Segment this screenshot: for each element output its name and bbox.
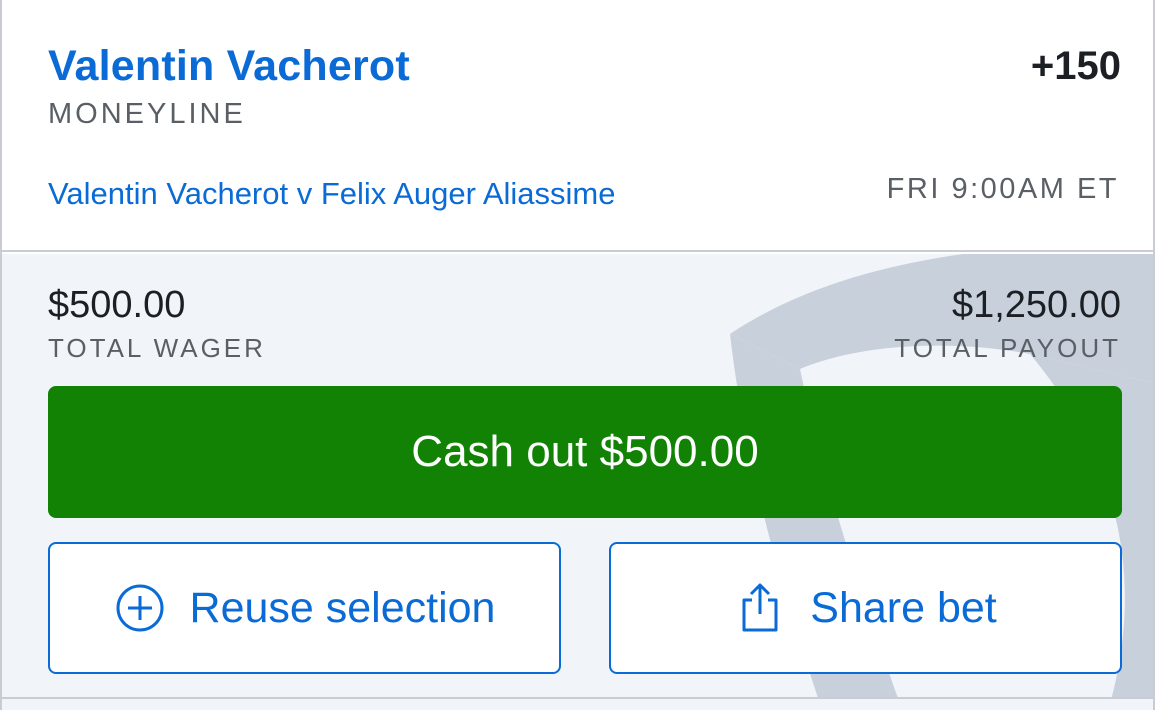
total-payout-label: TOTAL PAYOUT bbox=[894, 333, 1121, 363]
event-time: FRI 9:00AM ET bbox=[886, 173, 1119, 205]
card-left-border bbox=[0, 0, 2, 710]
market-type: MONEYLINE bbox=[48, 98, 246, 130]
bet-card: Valentin Vacherot MONEYLINE +150 Valenti… bbox=[0, 0, 1155, 710]
bet-summary-panel: $500.00 TOTAL WAGER $1,250.00 TOTAL PAYO… bbox=[0, 254, 1155, 697]
share-bet-button[interactable]: Share bet bbox=[609, 542, 1122, 674]
total-wager-amount: $500.00 bbox=[48, 284, 186, 326]
total-payout-amount: $1,250.00 bbox=[951, 284, 1121, 326]
bet-header: Valentin Vacherot MONEYLINE +150 Valenti… bbox=[0, 0, 1155, 252]
total-wager-label: TOTAL WAGER bbox=[48, 333, 266, 363]
share-icon bbox=[734, 582, 786, 634]
odds-value: +150 bbox=[1030, 44, 1121, 88]
plus-circle-icon bbox=[114, 582, 166, 634]
reuse-selection-button[interactable]: Reuse selection bbox=[48, 542, 561, 674]
card-footer-strip bbox=[0, 699, 1155, 710]
selection-name: Valentin Vacherot bbox=[48, 42, 410, 90]
share-bet-label: Share bet bbox=[810, 583, 997, 632]
event-link[interactable]: Valentin Vacherot v Felix Auger Aliassim… bbox=[48, 176, 615, 212]
reuse-selection-label: Reuse selection bbox=[189, 583, 496, 632]
cash-out-button[interactable]: Cash out $500.00 bbox=[48, 386, 1122, 518]
